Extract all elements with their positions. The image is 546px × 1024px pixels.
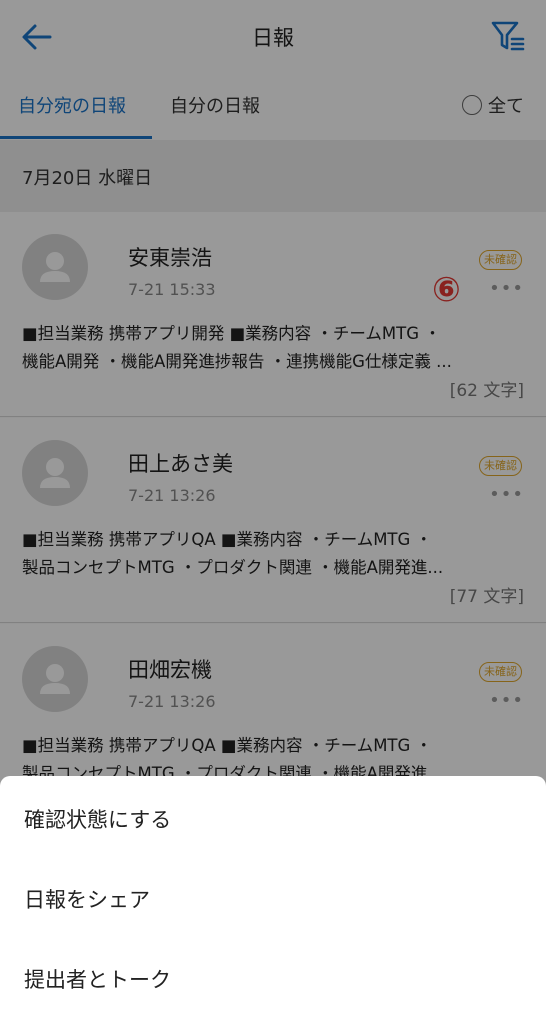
action-label: 提出者とトーク [24, 968, 171, 992]
action-share-report[interactable]: 日報をシェア [0, 858, 546, 938]
action-talk-to-submitter[interactable]: 提出者とトーク [0, 938, 546, 1018]
action-mark-confirmed[interactable]: 確認状態にする [0, 778, 546, 858]
action-sheet: 確認状態にする 日報をシェア 提出者とトーク [0, 776, 546, 1024]
action-label: 日報をシェア [24, 888, 150, 912]
action-label: 確認状態にする [24, 808, 172, 832]
app-screen: 日報 自分宛の日報 自分の日報 全て 7月20日 水曜日 安東崇浩 7-21 1… [0, 0, 546, 1024]
